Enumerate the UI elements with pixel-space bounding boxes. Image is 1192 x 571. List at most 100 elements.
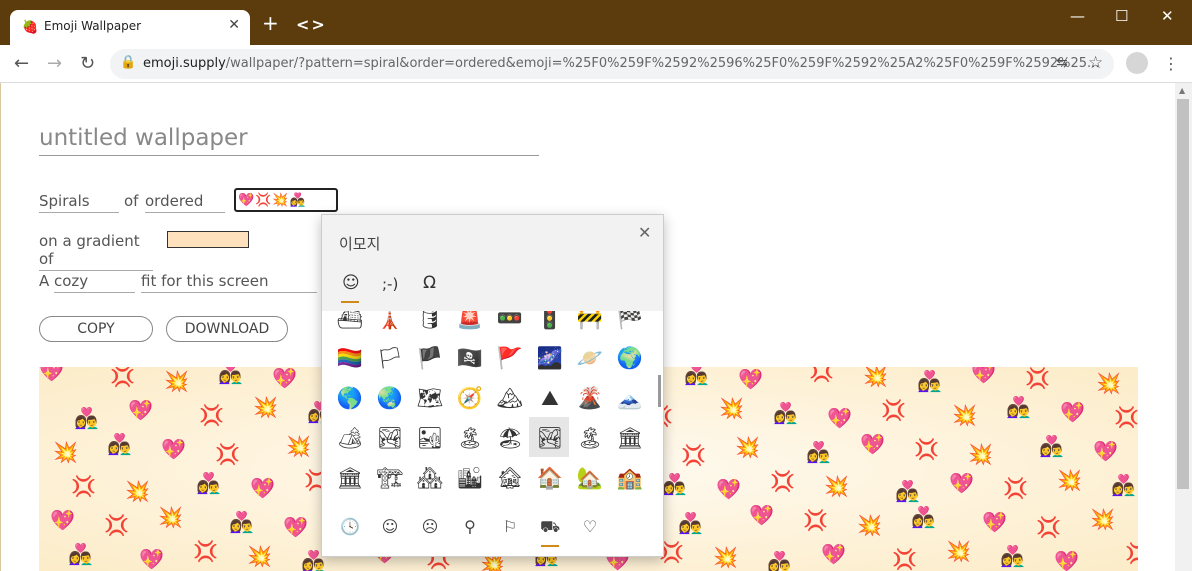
emoji-cell[interactable]: ⛴ bbox=[331, 311, 369, 331]
emoji-cell[interactable]: 🏡 bbox=[571, 466, 609, 491]
wallpaper-emoji: 💖 bbox=[949, 471, 974, 495]
emoji-cell[interactable]: 🏴 bbox=[411, 346, 449, 371]
emoji-cell[interactable]: 🏳 bbox=[371, 346, 409, 371]
emoji-cell[interactable]: 🚩 bbox=[491, 346, 529, 371]
emoji-cell[interactable]: 🏕 bbox=[331, 426, 369, 451]
emoji-cell[interactable]: 🚨 bbox=[451, 311, 489, 331]
new-tab-button[interactable]: + bbox=[262, 13, 279, 33]
wallpaper-emoji: 💢 bbox=[881, 398, 906, 422]
wallpaper-emoji: 💥 bbox=[1057, 468, 1082, 492]
emoji-cell[interactable]: 🏔 bbox=[491, 386, 529, 411]
scrollbar-thumb[interactable] bbox=[1177, 99, 1189, 489]
wallpaper-emoji: 👩‍❤️‍👨 bbox=[662, 472, 687, 496]
close-window-icon[interactable]: ✕ bbox=[1161, 7, 1174, 25]
emoji-cell[interactable]: 🌏 bbox=[371, 386, 409, 411]
wallpaper-emoji: 💖 bbox=[161, 437, 186, 461]
emoji-cell[interactable]: 🏛 bbox=[331, 466, 369, 491]
emoji-cell[interactable]: 🏗 bbox=[371, 466, 409, 491]
address-bar[interactable]: 🔒 emoji.supply/wallpaper/?pattern=spiral… bbox=[110, 49, 1114, 79]
maximize-icon[interactable]: ☐ bbox=[1115, 7, 1128, 25]
scroll-up-icon[interactable]: ▲ bbox=[1179, 86, 1185, 95]
wallpaper-emoji: 💢 bbox=[914, 437, 939, 461]
tab-close-icon[interactable]: ✕ bbox=[228, 17, 240, 33]
category-tab[interactable]: ⛟ bbox=[540, 517, 560, 538]
wallpaper-emoji: 💢 bbox=[215, 442, 240, 466]
profile-avatar-icon[interactable] bbox=[1126, 52, 1148, 74]
category-tab[interactable]: ⚐ bbox=[500, 517, 520, 536]
bookmark-star-icon[interactable]: ☆ bbox=[1088, 53, 1103, 73]
category-tab[interactable]: ⚲ bbox=[460, 517, 480, 536]
minimize-icon[interactable]: — bbox=[1070, 7, 1085, 25]
title-bar: 🍓 Emoji Wallpaper ✕ + <> — ☐ ✕ bbox=[0, 0, 1192, 45]
emoji-cell[interactable]: 🗺 bbox=[411, 386, 449, 411]
emoji-cell[interactable]: 🚦 bbox=[531, 311, 569, 331]
copy-button[interactable]: COPY bbox=[39, 316, 153, 342]
order-select[interactable]: ordered bbox=[145, 192, 225, 213]
wallpaper-emoji: 💖 bbox=[827, 406, 852, 430]
back-icon[interactable]: ← bbox=[14, 53, 29, 74]
emoji-cell[interactable]: 🏖 bbox=[491, 426, 529, 451]
tab-symbols[interactable]: Ω bbox=[423, 273, 436, 293]
emoji-cell[interactable]: 🚥 bbox=[491, 311, 529, 331]
emoji-cell[interactable]: 🌎 bbox=[331, 386, 369, 411]
category-tab[interactable]: ☹ bbox=[420, 517, 440, 536]
emoji-cell[interactable]: 🚧 bbox=[571, 311, 609, 331]
emoji-cell[interactable]: 🏞 bbox=[371, 426, 409, 451]
emoji-cell[interactable]: 🏚 bbox=[491, 466, 529, 491]
download-button[interactable]: DOWNLOAD bbox=[166, 316, 288, 342]
tab-emoji[interactable]: ☺ bbox=[341, 273, 360, 303]
wallpaper-emoji: 💥 bbox=[53, 440, 78, 464]
reload-icon[interactable]: ↻ bbox=[80, 53, 95, 74]
category-tab[interactable]: 🕓 bbox=[340, 517, 360, 536]
fit-select[interactable]: fit for this screen bbox=[141, 272, 317, 293]
wallpaper-emoji: 👩‍❤️‍👨 bbox=[1111, 473, 1136, 497]
emoji-cell[interactable]: 🛢 bbox=[411, 311, 449, 331]
emoji-cell[interactable]: 🏠 bbox=[531, 466, 569, 491]
emoji-cell[interactable]: 🌌 bbox=[531, 346, 569, 371]
translate-icon[interactable]: ⇆ bbox=[1056, 55, 1068, 71]
emoji-cell[interactable]: 🏝 bbox=[571, 426, 609, 451]
picker-close-icon[interactable]: ✕ bbox=[638, 223, 651, 242]
emoji-cell[interactable]: 🌋 bbox=[571, 386, 609, 411]
emoji-cell[interactable]: 🏝 bbox=[451, 426, 489, 451]
tab-kaomoji[interactable]: ;-) bbox=[382, 275, 398, 293]
emoji-cell[interactable]: 🏫 bbox=[611, 466, 649, 491]
emoji-input[interactable]: 💖💢💥👩‍❤️‍👨 bbox=[234, 188, 338, 212]
wallpaper-emoji: 💢 bbox=[770, 469, 795, 493]
emoji-cell[interactable]: 🏜 bbox=[411, 426, 449, 451]
emoji-cell[interactable]: 🗻 bbox=[611, 386, 649, 411]
browser-tab[interactable]: 🍓 Emoji Wallpaper ✕ bbox=[10, 10, 250, 45]
emoji-cell[interactable]: 🌍 bbox=[611, 346, 649, 371]
picker-scrollbar[interactable] bbox=[658, 375, 661, 407]
forward-icon[interactable]: → bbox=[47, 53, 62, 74]
emoji-cell[interactable]: 🏳️‍🌈 bbox=[331, 346, 369, 371]
wallpaper-emoji: 👩‍❤️‍👨 bbox=[806, 440, 831, 464]
wallpaper-emoji: 💢 bbox=[110, 367, 135, 388]
category-tab[interactable]: ♡ bbox=[580, 517, 600, 536]
emoji-cell[interactable]: ⛰ bbox=[531, 386, 569, 411]
wallpaper-emoji: 💖 bbox=[982, 510, 1007, 534]
emoji-cell[interactable]: 🪐 bbox=[571, 346, 609, 371]
wallpaper-emoji: 💥 bbox=[286, 434, 311, 458]
emoji-cell[interactable]: 🏴‍☠️ bbox=[451, 346, 489, 371]
wallpaper-title-input[interactable]: untitled wallpaper bbox=[39, 125, 539, 156]
wallpaper-emoji: 💥 bbox=[946, 539, 971, 563]
emoji-cell[interactable]: 🏛 bbox=[611, 426, 649, 451]
emoji-cell[interactable]: 🗼 bbox=[371, 311, 409, 331]
emoji-cell[interactable]: 🏞 bbox=[531, 426, 569, 451]
pattern-select[interactable]: Spirals bbox=[39, 192, 119, 213]
tab-search-button[interactable]: <> bbox=[296, 15, 327, 34]
gradient-color-swatch[interactable] bbox=[167, 231, 249, 248]
page-scrollbar[interactable]: ▲ bbox=[1175, 83, 1192, 571]
lock-icon[interactable]: 🔒 bbox=[120, 55, 136, 70]
wallpaper-emoji: 💖 bbox=[50, 508, 75, 532]
emoji-cell[interactable]: 🏁 bbox=[611, 311, 649, 331]
emoji-cell[interactable]: 🏘 bbox=[411, 466, 449, 491]
category-tab[interactable]: ☺ bbox=[380, 517, 400, 536]
size-select[interactable]: cozy bbox=[54, 272, 135, 293]
tab-title: Emoji Wallpaper bbox=[44, 19, 142, 33]
emoji-cell[interactable]: 🏙 bbox=[451, 466, 489, 491]
emoji-cell[interactable]: 🧭 bbox=[451, 386, 489, 411]
browser-menu-icon[interactable]: ⋮ bbox=[1163, 54, 1179, 73]
picker-title: 이모지 bbox=[339, 235, 381, 253]
